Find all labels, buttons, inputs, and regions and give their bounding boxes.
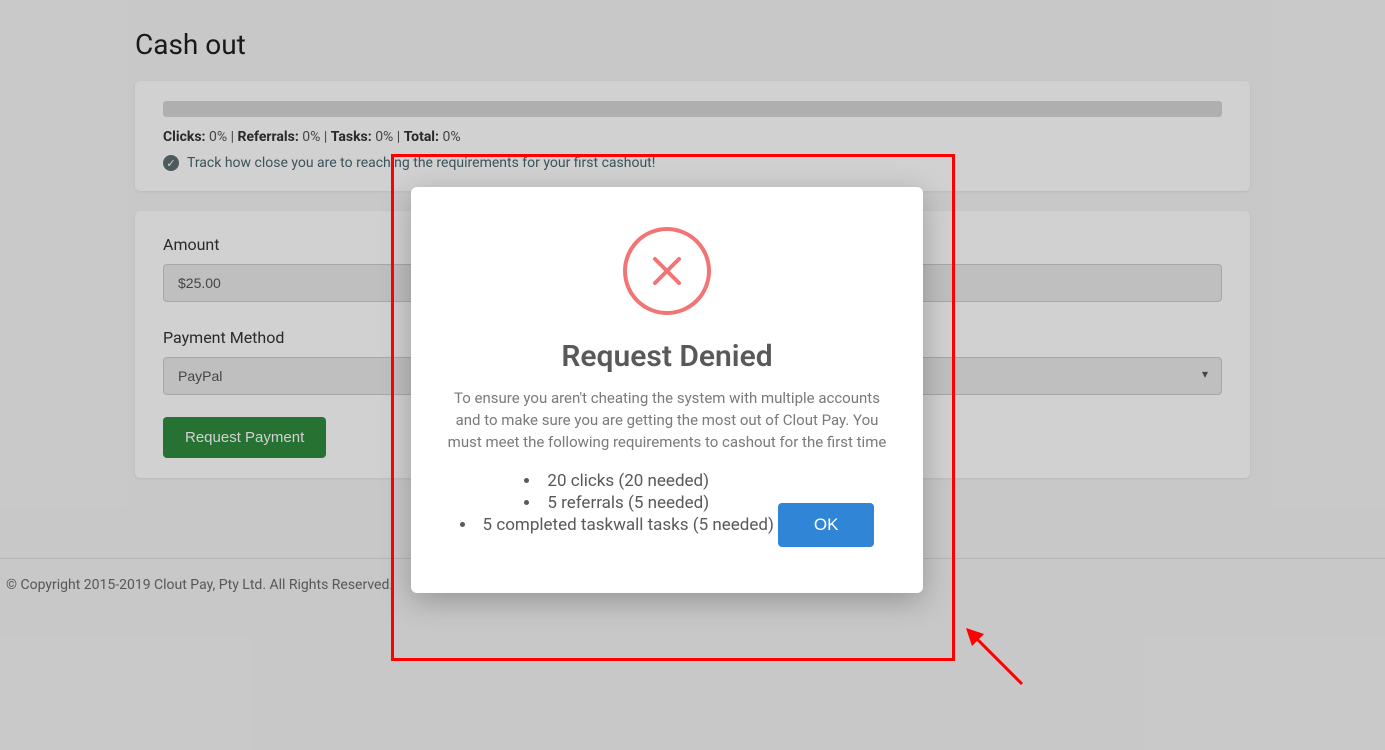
requirement-item: 20 clicks (20 needed) [460,471,774,491]
request-denied-modal: Request Denied To ensure you aren't chea… [411,187,923,593]
modal-title: Request Denied [441,339,893,374]
modal-requirements-list: 20 clicks (20 needed) 5 referrals (5 nee… [460,469,774,537]
error-x-icon [623,227,711,315]
requirement-item: 5 completed taskwall tasks (5 needed) [460,515,774,535]
ok-button[interactable]: OK [778,503,875,547]
modal-description: To ensure you aren't cheating the system… [441,388,893,453]
requirement-item: 5 referrals (5 needed) [460,493,774,513]
